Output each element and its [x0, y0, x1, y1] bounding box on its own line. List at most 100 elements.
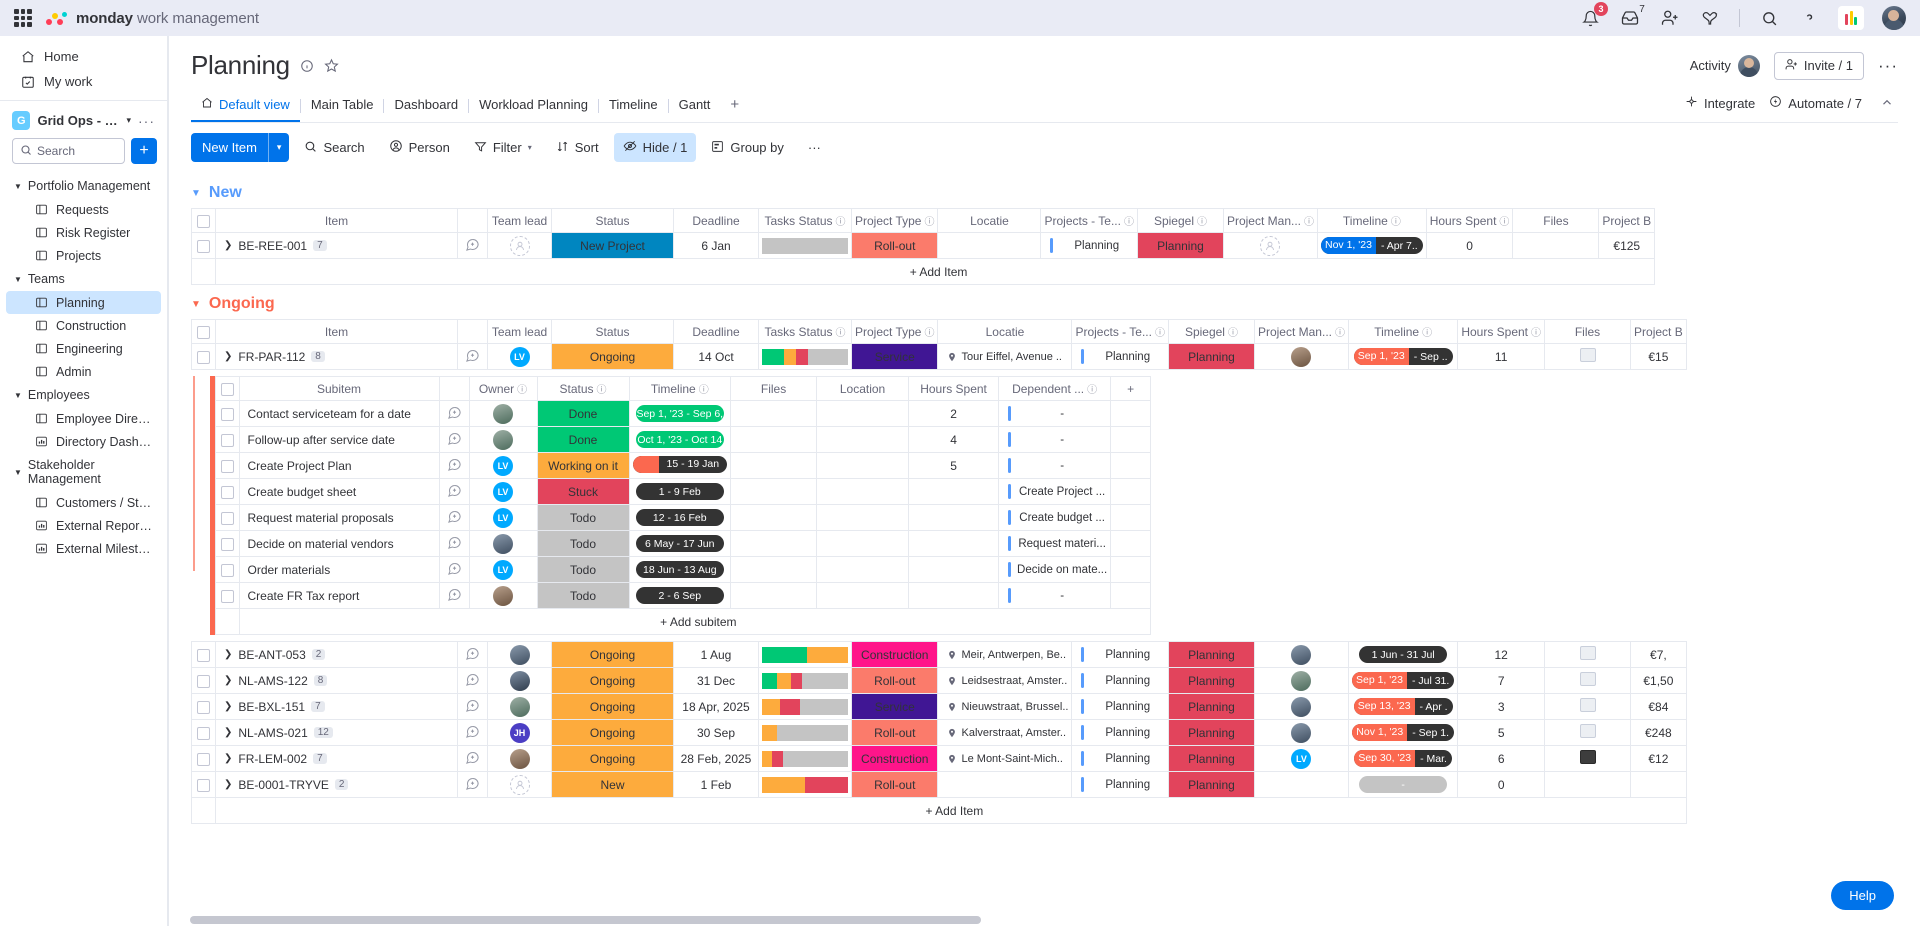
workspace-selector[interactable]: G Grid Ops - Dem... ▾ ···: [0, 101, 167, 136]
expand-row-icon[interactable]: ❯: [224, 675, 232, 686]
cell-timeline[interactable]: Nov 1, '23- Sep 1.: [1348, 720, 1457, 746]
cell-conversation[interactable]: [458, 344, 488, 370]
subitem-cell-conversation[interactable]: [439, 479, 469, 505]
cell-projects-team[interactable]: Planning: [1072, 344, 1168, 370]
add-item-button[interactable]: + Add Item: [216, 798, 1687, 824]
cell-spiegel[interactable]: Planning: [1168, 720, 1254, 746]
cell-status[interactable]: Ongoing: [552, 344, 674, 370]
project-manager-avatar[interactable]: LV: [1291, 749, 1311, 769]
row-select-cell[interactable]: [192, 720, 216, 746]
subitem-column-dependent[interactable]: Dependent ...ⓘ: [999, 377, 1111, 401]
search-input[interactable]: [37, 144, 117, 158]
subitem-cell-add-column[interactable]: [1111, 401, 1151, 427]
table-row[interactable]: ❯BE-REE-0017New Project6 JanRoll-outPlan…: [192, 233, 1655, 259]
subitem-cell-files[interactable]: [731, 557, 817, 583]
subitem-select-cell[interactable]: [215, 401, 239, 427]
activity-button[interactable]: Activity: [1690, 55, 1760, 77]
column-header-project-b[interactable]: Project B: [1631, 320, 1687, 344]
cell-tasks-status[interactable]: [759, 344, 852, 370]
cell-project-manager[interactable]: [1254, 668, 1348, 694]
subitem-cell-conversation[interactable]: [439, 505, 469, 531]
expand-row-icon[interactable]: ❯: [224, 240, 232, 251]
cell-team-lead[interactable]: [488, 694, 552, 720]
favorite-star-icon[interactable]: [324, 58, 339, 73]
sidebar-search[interactable]: [12, 138, 125, 164]
monday-apps-icon[interactable]: [1838, 6, 1864, 30]
group-name[interactable]: Ongoing: [209, 295, 275, 313]
cell-item[interactable]: ❯BE-0001-TRYVE2: [216, 772, 458, 798]
cell-files[interactable]: [1545, 668, 1631, 694]
subitem-cell-owner[interactable]: LV: [469, 505, 537, 531]
cell-timeline[interactable]: 1 Jun - 31 Jul: [1348, 642, 1457, 668]
team-lead-avatar[interactable]: [510, 236, 530, 256]
row-checkbox[interactable]: [197, 649, 210, 662]
subitem-checkbox[interactable]: [221, 538, 234, 551]
cell-conversation[interactable]: [458, 694, 488, 720]
timeline-pill[interactable]: 1 Jun - 31 Jul: [1359, 646, 1447, 663]
subitem-cell-status[interactable]: Todo: [537, 557, 629, 583]
row-select-cell[interactable]: [192, 694, 216, 720]
cell-deadline[interactable]: 30 Sep: [674, 720, 759, 746]
subitem-cell-status[interactable]: Stuck: [537, 479, 629, 505]
add-board-button[interactable]: +: [131, 138, 157, 164]
subitem-cell-dependent[interactable]: -: [999, 453, 1111, 479]
cell-files[interactable]: [1545, 772, 1631, 798]
cell-spiegel[interactable]: Planning: [1168, 344, 1254, 370]
subitem-cell-owner[interactable]: [469, 531, 537, 557]
cell-item[interactable]: ❯FR-PAR-1128: [216, 344, 458, 370]
column-header-tasks-status[interactable]: Tasks Statusⓘ: [759, 320, 852, 344]
subitem-cell-files[interactable]: [731, 505, 817, 531]
add-item-button[interactable]: + Add Item: [216, 259, 1655, 285]
expand-row-icon[interactable]: ❯: [224, 779, 232, 790]
cell-projects-team[interactable]: Planning: [1072, 668, 1168, 694]
chevron-down-icon[interactable]: ▾: [126, 115, 131, 126]
select-all-cell[interactable]: [192, 320, 216, 344]
chevron-down-icon[interactable]: ▾: [528, 143, 532, 152]
subitem-select-cell[interactable]: [215, 583, 239, 609]
subitem-column-[interactable]: +: [1111, 377, 1151, 401]
cell-team-lead[interactable]: [488, 233, 552, 259]
cell-item[interactable]: ❯NL-AMS-02112: [216, 720, 458, 746]
column-header-project-man[interactable]: Project Man...ⓘ: [1254, 320, 1348, 344]
cell-projects-team[interactable]: Planning: [1072, 772, 1168, 798]
conversation-icon[interactable]: [465, 724, 480, 739]
conversation-icon[interactable]: [447, 535, 462, 550]
cell-tasks-status[interactable]: [759, 668, 852, 694]
subitem-cell-owner[interactable]: LV: [469, 453, 537, 479]
row-select-cell[interactable]: [192, 233, 216, 259]
cell-timeline[interactable]: Nov 1, '23- Apr 7..: [1318, 233, 1427, 259]
subitem-cell-files[interactable]: [731, 583, 817, 609]
cell-project-type[interactable]: Construction: [852, 642, 938, 668]
timeline-pill[interactable]: 2 - 6 Sep: [636, 587, 724, 604]
add-view-button[interactable]: +: [720, 90, 749, 122]
subitem-column-files[interactable]: Files: [731, 377, 817, 401]
subitem-cell-files[interactable]: [731, 453, 817, 479]
subitem-select-cell[interactable]: [215, 479, 239, 505]
cell-item[interactable]: ❯FR-LEM-0027: [216, 746, 458, 772]
add-item-row[interactable]: + Add Item: [192, 798, 1687, 824]
column-header-hours-spent[interactable]: Hours Spentⓘ: [1458, 320, 1545, 344]
cell-files[interactable]: [1545, 720, 1631, 746]
cell-project-budget[interactable]: €15: [1631, 344, 1687, 370]
timeline-pill[interactable]: 1 - 9 Feb: [636, 483, 724, 500]
cell-timeline[interactable]: Sep 30, '23- Mar.: [1348, 746, 1457, 772]
invite-member-icon[interactable]: [1659, 7, 1681, 29]
subitem-cell-owner[interactable]: [469, 583, 537, 609]
cell-deadline[interactable]: 6 Jan: [674, 233, 759, 259]
column-header-deadline[interactable]: Deadline: [674, 320, 759, 344]
timeline-pill[interactable]: 12 - 16 Feb: [636, 509, 724, 526]
cell-hours-spent[interactable]: 0: [1458, 772, 1545, 798]
sidebar-item-external-reporting-for-lo[interactable]: External Reporting for Lo...: [6, 514, 161, 537]
cell-project-type[interactable]: Construction: [852, 746, 938, 772]
table-row[interactable]: ❯NL-AMS-02112JHOngoing30 SepRoll-outKalv…: [192, 720, 1687, 746]
subitem-owner-avatar[interactable]: [493, 534, 513, 554]
subitem-row[interactable]: Order materialsLVTodo18 Jun - 13 AugDeci…: [215, 557, 1151, 583]
cell-project-budget[interactable]: €84: [1631, 694, 1687, 720]
subitem-column-hours-spent[interactable]: Hours Spent: [909, 377, 999, 401]
subitem-cell-timeline[interactable]: 2 - 6 Sep: [629, 583, 731, 609]
sidebar-item-my-work[interactable]: My work: [6, 69, 161, 94]
subitem-cell-files[interactable]: [731, 401, 817, 427]
column-header-status[interactable]: Status: [552, 320, 674, 344]
tab-dashboard[interactable]: Dashboard: [384, 91, 468, 121]
subitem-cell-location[interactable]: [817, 505, 909, 531]
